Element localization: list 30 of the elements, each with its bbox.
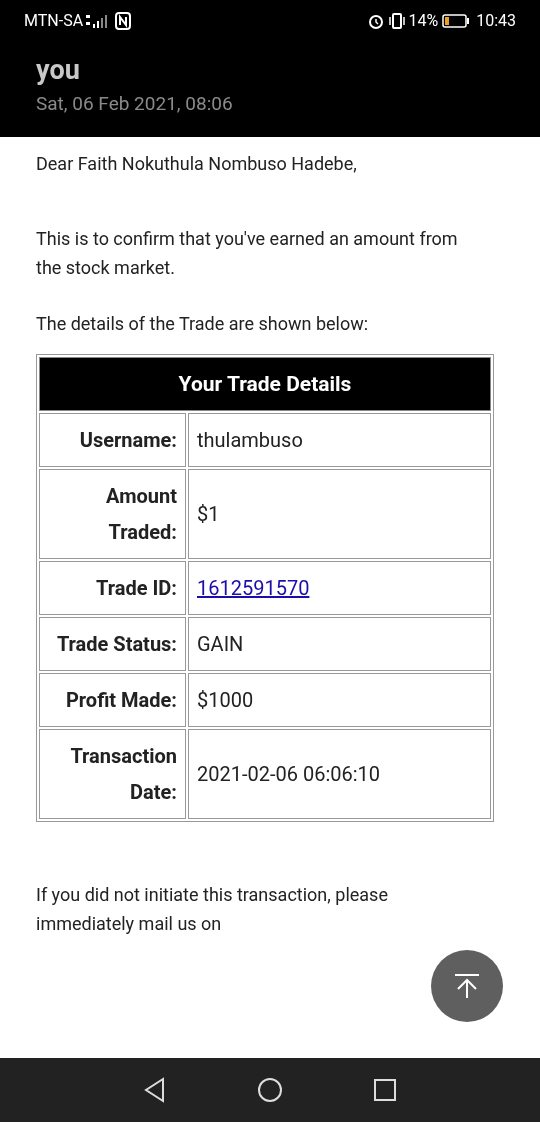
home-icon[interactable] — [257, 1077, 283, 1103]
table-header: Your Trade Details — [39, 357, 491, 411]
nfc-icon — [115, 12, 132, 30]
label-cell: Username: — [39, 413, 186, 467]
greeting-text: Dear Faith Nokuthula Nombuso Hadebe, — [36, 152, 358, 176]
trade-id-link[interactable]: 1612591570 — [197, 573, 310, 603]
footer-text: If you did not initiate this transaction, please immediately mail us on — [36, 883, 389, 936]
value-text: thulambuso — [197, 426, 303, 454]
battery-percent: 14% — [408, 10, 439, 32]
email-subject: you — [36, 54, 81, 86]
label-cell: Transaction Date: — [39, 729, 186, 819]
label-cell: Trade ID: — [39, 561, 186, 615]
alarm-icon — [368, 13, 385, 29]
back-icon[interactable] — [143, 1077, 167, 1103]
intro-text: This is to confirm that you've earned an amount from the stock market. — [36, 227, 459, 280]
value-text: $1000 — [197, 686, 254, 714]
label-cell: Profit Made: — [39, 673, 186, 727]
recents-icon[interactable] — [373, 1078, 397, 1102]
battery-icon — [442, 14, 471, 28]
label-cell: Amount Traded: — [39, 469, 186, 559]
clock-time: 10:43 — [476, 10, 516, 32]
vibrate-icon — [388, 12, 407, 30]
lead-text: The details of the Trade are shown below: — [36, 312, 370, 336]
arrow-up-icon — [453, 972, 481, 1000]
value-text: GAIN — [197, 630, 244, 658]
email-date: Sat, 06 Feb 2021, 08:06 — [36, 91, 234, 117]
carrier-name: MTN-SA — [24, 10, 84, 32]
value-text: 2021-02-06 06:06:10 — [197, 760, 381, 788]
label-cell: Trade Status: — [39, 617, 186, 671]
value-text: $1 — [197, 500, 220, 528]
